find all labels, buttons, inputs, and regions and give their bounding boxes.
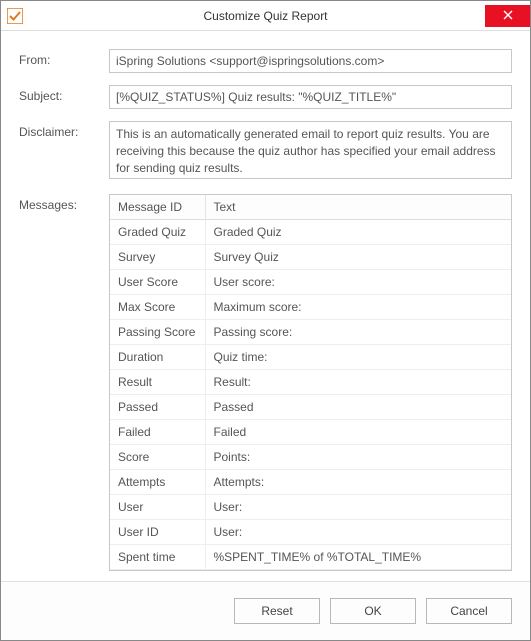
titlebar-left: [7, 8, 23, 24]
cell-text: Survey Quiz: [205, 245, 511, 270]
close-button[interactable]: [485, 5, 530, 27]
subject-label: Subject:: [19, 85, 99, 103]
table-row[interactable]: User ScoreUser score:: [110, 270, 511, 295]
table-row[interactable]: ScorePoints:: [110, 445, 511, 470]
subject-input[interactable]: [109, 85, 512, 109]
cell-message-id: Score: [110, 445, 205, 470]
cell-text: %SPENT_TIME% of %TOTAL_TIME%: [205, 545, 511, 570]
table-row[interactable]: DurationQuiz time:: [110, 345, 511, 370]
cell-message-id: Passed: [110, 395, 205, 420]
cell-text: Result:: [205, 370, 511, 395]
cell-text: Failed: [205, 420, 511, 445]
cell-message-id: User: [110, 495, 205, 520]
from-input[interactable]: [109, 49, 512, 73]
cancel-button[interactable]: Cancel: [426, 598, 512, 624]
cell-message-id: User ID: [110, 520, 205, 545]
table-row[interactable]: User IDUser:: [110, 520, 511, 545]
table-row[interactable]: PassedPassed: [110, 395, 511, 420]
messages-table-wrap: Message ID Text Graded QuizGraded QuizSu…: [109, 194, 512, 571]
table-row[interactable]: FailedFailed: [110, 420, 511, 445]
cell-message-id: Survey: [110, 245, 205, 270]
ok-button[interactable]: OK: [330, 598, 416, 624]
from-label: From:: [19, 49, 99, 67]
app-icon: [7, 8, 23, 24]
table-header-row: Message ID Text: [110, 195, 511, 220]
content-area: From: Subject: Disclaimer: Messages:: [1, 31, 530, 581]
table-row[interactable]: Max ScoreMaximum score:: [110, 295, 511, 320]
messages-label: Messages:: [19, 194, 99, 212]
cell-message-id: User Score: [110, 270, 205, 295]
table-row[interactable]: AttemptsAttempts:: [110, 470, 511, 495]
cell-message-id: Graded Quiz: [110, 220, 205, 245]
cell-text: Quiz time:: [205, 345, 511, 370]
cell-message-id: Max Score: [110, 295, 205, 320]
dialog-footer: Reset OK Cancel: [1, 581, 530, 640]
cell-text: Passed: [205, 395, 511, 420]
cell-message-id: Result: [110, 370, 205, 395]
cell-text: Points:: [205, 445, 511, 470]
titlebar: Customize Quiz Report: [1, 1, 530, 31]
header-message-id[interactable]: Message ID: [110, 195, 205, 220]
cell-text: Maximum score:: [205, 295, 511, 320]
disclaimer-label: Disclaimer:: [19, 121, 99, 139]
table-row[interactable]: Graded QuizGraded Quiz: [110, 220, 511, 245]
cell-message-id: Passing Score: [110, 320, 205, 345]
cell-text: Graded Quiz: [205, 220, 511, 245]
messages-table: Message ID Text Graded QuizGraded QuizSu…: [110, 195, 511, 570]
table-row[interactable]: ResultResult:: [110, 370, 511, 395]
close-icon: [503, 8, 513, 23]
cell-message-id: Attempts: [110, 470, 205, 495]
from-row: From:: [19, 49, 512, 73]
cell-text: Passing score:: [205, 320, 511, 345]
table-row[interactable]: SurveySurvey Quiz: [110, 245, 511, 270]
subject-row: Subject:: [19, 85, 512, 109]
cell-message-id: Failed: [110, 420, 205, 445]
cell-message-id: Spent time: [110, 545, 205, 570]
cell-message-id: Duration: [110, 345, 205, 370]
table-row[interactable]: Passing ScorePassing score:: [110, 320, 511, 345]
cell-text: User:: [205, 520, 511, 545]
disclaimer-row: Disclaimer:: [19, 121, 512, 182]
cell-text: Attempts:: [205, 470, 511, 495]
table-row[interactable]: UserUser:: [110, 495, 511, 520]
disclaimer-textarea[interactable]: [109, 121, 512, 179]
cell-text: User:: [205, 495, 511, 520]
dialog-window: Customize Quiz Report From: Subject: Dis…: [0, 0, 531, 641]
reset-button[interactable]: Reset: [234, 598, 320, 624]
table-row[interactable]: Spent time%SPENT_TIME% of %TOTAL_TIME%: [110, 545, 511, 570]
messages-row: Messages: Message ID Text Graded QuizGra…: [19, 194, 512, 571]
window-title: Customize Quiz Report: [203, 9, 327, 23]
cell-text: User score:: [205, 270, 511, 295]
header-text[interactable]: Text: [205, 195, 511, 220]
